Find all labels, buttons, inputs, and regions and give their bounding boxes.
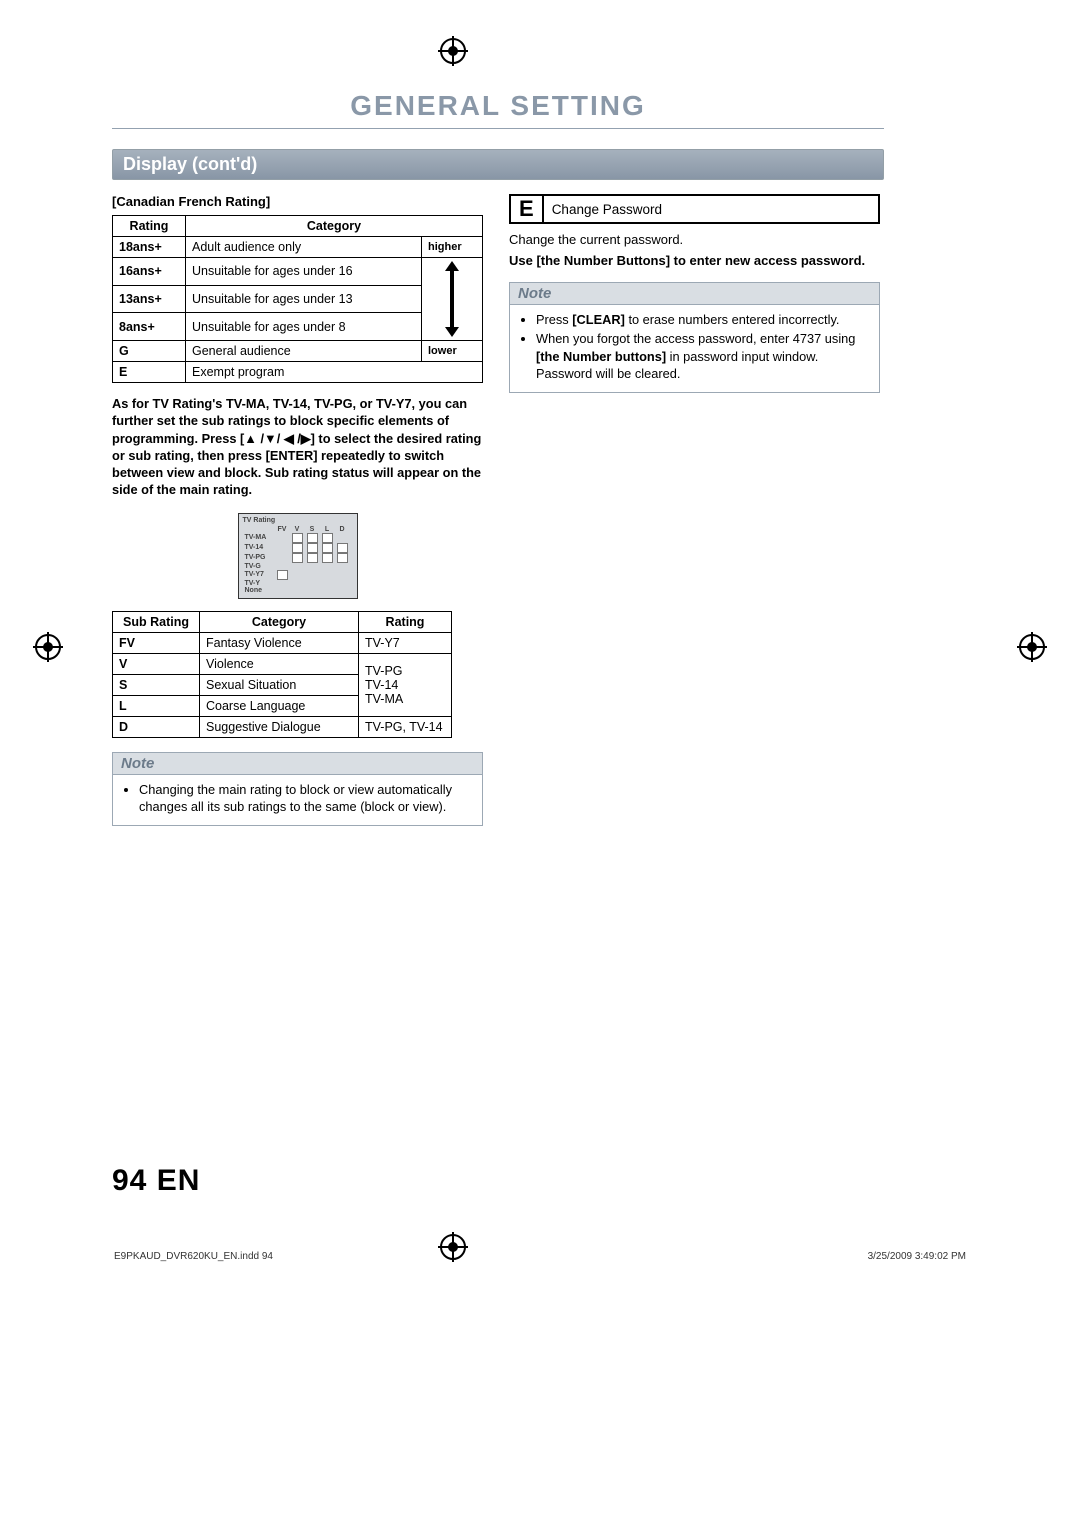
group-rating-cell: TV-PG TV-14 TV-MA (359, 653, 452, 716)
registration-mark-bottom (440, 1234, 466, 1260)
note-item: When you forgot the access password, ent… (536, 330, 869, 382)
r-8ans: 8ans+ (113, 313, 186, 341)
note-box-left: Note Changing the main rating to block o… (112, 752, 483, 827)
r-16ans: 16ans+ (113, 258, 186, 286)
print-timestamp: 3/25/2009 3:49:02 PM (868, 1251, 966, 1262)
arrow-up-icon (445, 261, 459, 271)
c-18ans: Adult audience only (186, 237, 422, 258)
page-title: GENERAL SETTING (112, 90, 884, 129)
canadian-french-rating-table: Rating Category 18ans+ Adult audience on… (112, 215, 483, 383)
c-13ans: Unsuitable for ages under 13 (186, 285, 422, 313)
page-lang: EN (157, 1164, 201, 1197)
r-g: G (113, 341, 186, 362)
tv-rating-grid-title: TV Rating (243, 517, 353, 524)
note-item: Press [CLEAR] to erase numbers entered i… (536, 311, 869, 328)
section-heading: Display (cont'd) (112, 149, 884, 180)
change-password-instruction: Use [the Number Buttons] to enter new ac… (509, 253, 880, 268)
r-13ans: 13ans+ (113, 285, 186, 313)
step-letter: E (511, 196, 544, 222)
arrow-down-icon (445, 327, 459, 337)
note-heading: Note (113, 753, 482, 775)
page-footer: 94 EN (112, 1164, 200, 1198)
c-e: Exempt program (186, 362, 483, 383)
c-8ans: Unsuitable for ages under 8 (186, 313, 422, 341)
r-18ans: 18ans+ (113, 237, 186, 258)
page-number: 94 (112, 1164, 147, 1197)
indd-filename: E9PKAUD_DVR620KU_EN.indd 94 (114, 1251, 273, 1262)
label-higher: higher (422, 237, 483, 258)
label-lower: lower (422, 341, 483, 362)
sub-rating-instructions: As for TV Rating's TV-MA, TV-14, TV-PG, … (112, 395, 483, 499)
page-content: GENERAL SETTING Display (cont'd) [Canadi… (112, 90, 884, 826)
r-e: E (113, 362, 186, 383)
registration-mark-top (440, 38, 466, 64)
cfr-heading: [Canadian French Rating] (112, 194, 483, 209)
note-item: Changing the main rating to block or vie… (139, 781, 472, 816)
registration-mark-left (35, 634, 61, 660)
registration-mark-right (1019, 634, 1045, 660)
th-rating: Rating (113, 216, 186, 237)
arrow-cell (422, 258, 483, 341)
change-password-box: E Change Password (509, 194, 880, 224)
sub-rating-table: Sub Rating Category Rating FV Fantasy Vi… (112, 611, 452, 738)
right-column: E Change Password Change the current pas… (509, 194, 880, 826)
c-g: General audience (186, 341, 422, 362)
left-column: [Canadian French Rating] Rating Category… (112, 194, 483, 826)
note-box-right: Note Press [CLEAR] to erase numbers ente… (509, 282, 880, 393)
c-16ans: Unsuitable for ages under 16 (186, 258, 422, 286)
th-category: Category (186, 216, 483, 237)
change-password-desc: Change the current password. (509, 232, 880, 247)
tv-rating-grid: TV Rating FV V S L D TV-MA TV-14 TV-PG T… (238, 513, 358, 599)
note-heading-right: Note (510, 283, 879, 305)
change-password-label: Change Password (544, 196, 878, 222)
